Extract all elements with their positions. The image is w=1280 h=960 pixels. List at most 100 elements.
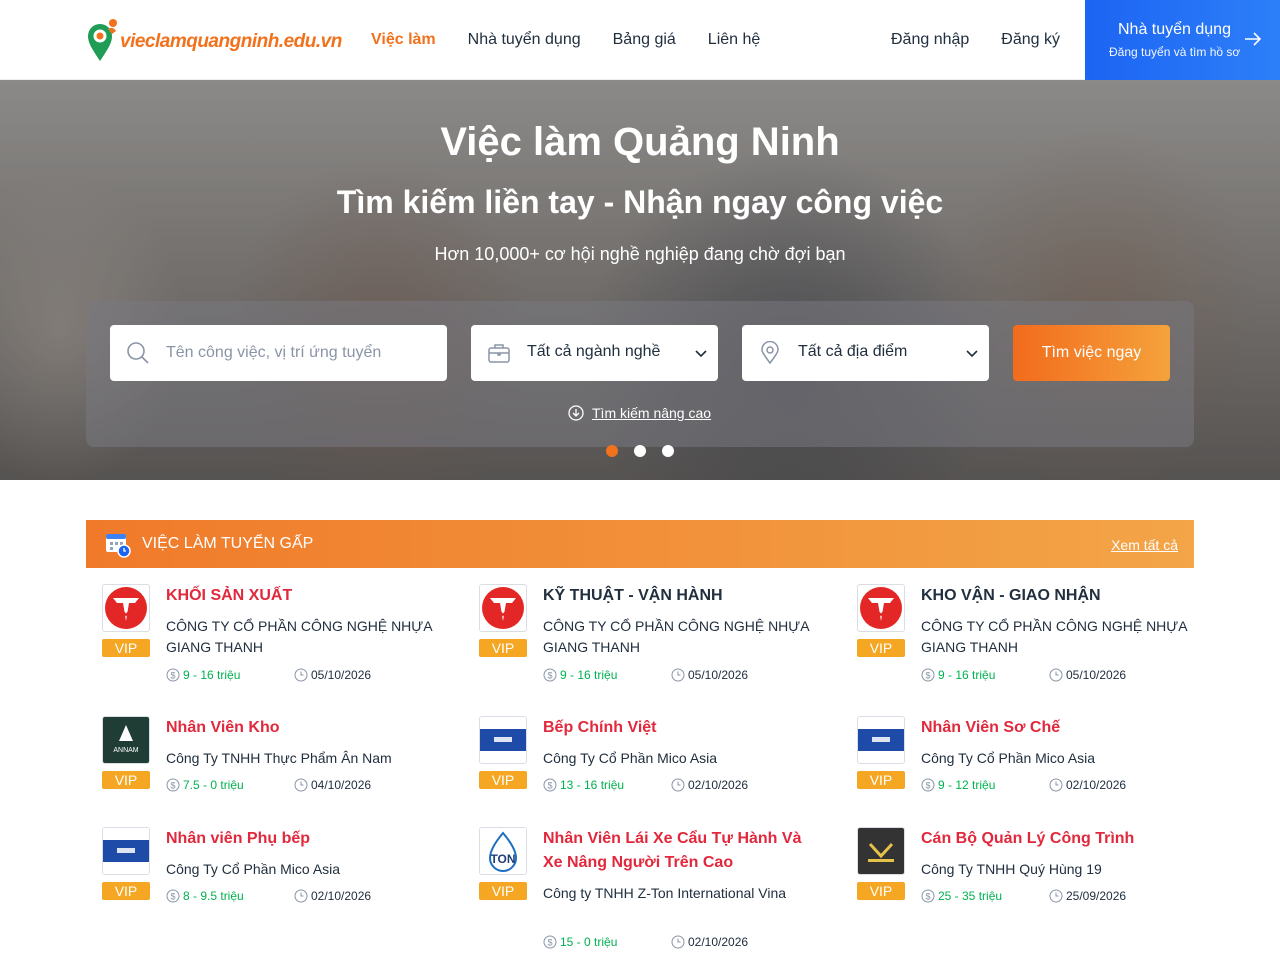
job-title[interactable]: Nhân Viên Lái Xe Cẩu Tự Hành Và Xe Nâng … — [543, 827, 823, 875]
company-logo[interactable] — [857, 716, 905, 764]
company-name[interactable]: Công ty TNHH Z-Ton International Vina — [543, 883, 823, 904]
company-name[interactable]: CÔNG TY CỔ PHẦN CÔNG NGHỆ NHỰA GIANG THA… — [921, 616, 1201, 658]
svg-text:$: $ — [547, 938, 552, 948]
company-name[interactable]: Công Ty TNHH Thực Phẩm Ân Nam — [166, 748, 446, 769]
search-panel: Tất cả ngành nghề Tất cả địa điểm Tìm vi… — [86, 301, 1194, 447]
company-name[interactable]: CÔNG TY CỔ PHẦN CÔNG NGHỆ NHỰA GIANG THA… — [543, 616, 823, 658]
company-name[interactable]: Công Ty TNHH Quý Hùng 19 — [921, 859, 1201, 880]
job-card[interactable]: VIP KHỐI SẢN XUẤT CÔNG TY CỔ PHẦN CÔNG NGH… — [102, 584, 442, 686]
job-title[interactable]: Nhân viên Phụ bếp — [166, 827, 446, 851]
advanced-search-link[interactable]: Tìm kiếm nâng cao — [568, 405, 711, 421]
dollar-icon: $ — [166, 778, 180, 792]
arrow-right-icon — [1245, 32, 1262, 46]
deadline-value: 02/10/2026 — [688, 778, 749, 792]
company-logo[interactable] — [102, 584, 150, 632]
salary-value: 7.5 - 0 triệu — [183, 778, 244, 792]
job-card[interactable]: ANNAM VIP Nhân Viên Kho Công Ty TNHH Thực P… — [102, 716, 442, 796]
vip-badge: VIP — [102, 771, 150, 789]
svg-text:$: $ — [547, 781, 552, 791]
briefcase-icon — [488, 344, 510, 363]
nav-viec-lam[interactable]: Việc làm — [371, 31, 436, 49]
deadline-value: 05/10/2026 — [1066, 668, 1127, 682]
carousel-dot-2[interactable] — [634, 445, 646, 457]
deadline: 05/10/2026 — [1049, 668, 1126, 682]
chevron-down-icon — [966, 350, 978, 358]
job-meta: $8 - 9.5 triệu 02/10/2026 — [166, 887, 371, 905]
job-card[interactable]: VIP Cán Bộ Quản Lý Công Trình Công Ty TNHH… — [857, 827, 1197, 907]
carousel-dot-1[interactable] — [606, 445, 618, 457]
urgent-jobs-title: VIỆC LÀM TUYỂN GẤP — [142, 535, 314, 552]
search-button[interactable]: Tìm việc ngay — [1013, 325, 1170, 381]
job-card[interactable]: VIP KỸ THUẬT - VẬN HÀNH CÔNG TY CỔ PHẦN CÔ… — [479, 584, 819, 686]
dollar-icon: $ — [166, 889, 180, 903]
vip-badge: VIP — [479, 639, 527, 657]
clock-icon — [294, 889, 308, 903]
company-name[interactable]: Công Ty Cổ Phần Mico Asia — [543, 748, 823, 769]
job-card[interactable]: VIP Nhân viên Phụ bếp Công Ty Cổ Phần Mico… — [102, 827, 442, 907]
job-title[interactable]: Nhân Viên Sơ Chế — [921, 716, 1201, 740]
salary: $9 - 16 triệu — [543, 668, 671, 682]
job-meta: $13 - 16 triệu 02/10/2026 — [543, 776, 748, 794]
job-card[interactable]: VIP Nhân Viên Sơ Chế Công Ty Cổ Phần Mico … — [857, 716, 1197, 796]
job-title[interactable]: Nhân Viên Kho — [166, 716, 446, 740]
location-pin-icon — [761, 341, 779, 365]
job-title[interactable]: Bếp Chính Việt — [543, 716, 823, 740]
company-logo[interactable]: TON — [479, 827, 527, 875]
location-select[interactable]: Tất cả địa điểm — [742, 325, 989, 381]
hero-title: Việc làm Quảng Ninh — [440, 120, 840, 164]
company-logo[interactable] — [857, 827, 905, 875]
chevron-down-icon — [695, 350, 707, 358]
see-all-link[interactable]: Xem tất cả — [1111, 537, 1178, 553]
industry-select[interactable]: Tất cả ngành nghề — [471, 325, 718, 381]
job-meta: $9 - 16 triệu 05/10/2026 — [543, 666, 748, 684]
salary: $9 - 12 triệu — [921, 778, 1049, 792]
dollar-icon: $ — [543, 668, 557, 682]
employer-button[interactable]: Nhà tuyển dụng Đăng tuyển và tìm hồ sơ — [1085, 0, 1280, 80]
nav-bang-gia[interactable]: Bảng giá — [613, 31, 676, 49]
salary-value: 9 - 16 triệu — [183, 668, 241, 682]
job-card[interactable]: TON VIP Nhân Viên Lái Xe Cẩu Tự Hành Và Xe… — [479, 827, 819, 953]
clock-icon — [671, 668, 685, 682]
nav-lien-he[interactable]: Liên hệ — [708, 31, 761, 49]
company-logo[interactable] — [102, 827, 150, 875]
vip-badge: VIP — [857, 639, 905, 657]
site-header: vieclamquangninh.edu.vn Việc làm Nhà tuy… — [0, 0, 1280, 80]
search-icon — [127, 342, 149, 364]
nav-nha-tuyen-dung[interactable]: Nhà tuyển dụng — [468, 31, 581, 49]
company-logo[interactable]: ANNAM — [102, 716, 150, 764]
clock-icon — [1049, 778, 1063, 792]
deadline-value: 05/10/2026 — [688, 668, 749, 682]
deadline-value: 25/09/2026 — [1066, 889, 1127, 903]
login-link[interactable]: Đăng nhập — [891, 31, 969, 49]
calendar-clock-icon — [106, 534, 131, 558]
company-logo[interactable] — [857, 584, 905, 632]
keyword-input[interactable] — [166, 325, 436, 381]
job-meta: $9 - 16 triệu 05/10/2026 — [166, 666, 371, 684]
company-name[interactable]: CÔNG TY CỔ PHẦN CÔNG NGHỆ NHỰA GIANG THA… — [166, 616, 446, 658]
job-title[interactable]: KHỐI SẢN XUẤT — [166, 584, 446, 608]
dollar-icon: $ — [921, 778, 935, 792]
svg-text:$: $ — [170, 892, 175, 902]
company-name[interactable]: Công Ty Cổ Phần Mico Asia — [166, 859, 446, 880]
deadline: 05/10/2026 — [294, 668, 371, 682]
company-logo[interactable] — [479, 716, 527, 764]
job-meta: $9 - 12 triệu 02/10/2026 — [921, 776, 1126, 794]
deadline: 05/10/2026 — [671, 668, 748, 682]
job-card[interactable]: VIP KHO VẬN - GIAO NHẬN CÔNG TY CỔ PHẦN CÔ… — [857, 584, 1197, 686]
keyword-field[interactable] — [110, 325, 447, 381]
job-meta: $25 - 35 triệu 25/09/2026 — [921, 887, 1126, 905]
job-title[interactable]: KHO VẬN - GIAO NHẬN — [921, 584, 1201, 608]
hero-tagline: Hơn 10,000+ cơ hội nghề nghiệp đang chờ … — [434, 244, 846, 264]
employer-button-subtitle: Đăng tuyển và tìm hồ sơ — [1109, 45, 1241, 59]
job-card[interactable]: VIP Bếp Chính Việt Công Ty Cổ Phần Mico As… — [479, 716, 819, 796]
job-title[interactable]: KỸ THUẬT - VẬN HÀNH — [543, 584, 823, 608]
company-name[interactable]: Công Ty Cổ Phần Mico Asia — [921, 748, 1201, 769]
advanced-search-label: Tìm kiếm nâng cao — [592, 405, 712, 421]
register-link[interactable]: Đăng ký — [1001, 31, 1060, 49]
site-logo[interactable]: vieclamquangninh.edu.vn — [86, 16, 342, 64]
job-title[interactable]: Cán Bộ Quản Lý Công Trình — [921, 827, 1201, 851]
deadline-value: 02/10/2026 — [1066, 778, 1127, 792]
carousel-dot-3[interactable] — [662, 445, 674, 457]
deadline-value: 04/10/2026 — [311, 778, 372, 792]
company-logo[interactable] — [479, 584, 527, 632]
